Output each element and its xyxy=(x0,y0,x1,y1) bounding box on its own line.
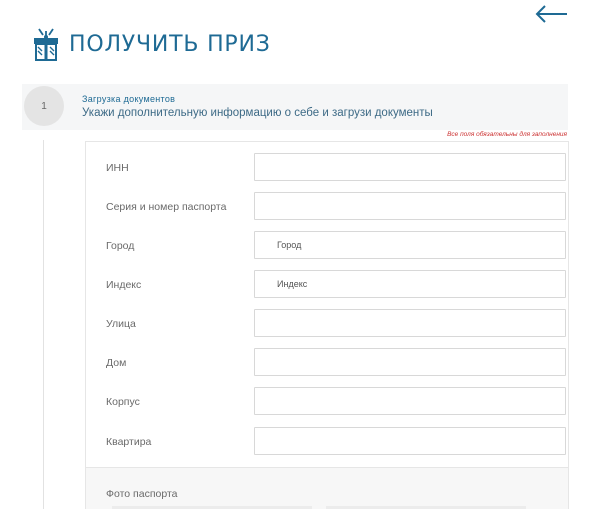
inn-field[interactable] xyxy=(254,153,566,181)
building-label: Корпус xyxy=(106,396,140,408)
house-field[interactable] xyxy=(254,348,566,376)
documents-form: ИНН Серия и номер паспорта Город Индекс … xyxy=(85,141,569,468)
page-header: ПОЛУЧИТЬ ПРИЗ xyxy=(32,24,271,64)
street-field[interactable] xyxy=(254,309,566,337)
city-label: Город xyxy=(106,240,135,252)
house-label: Дом xyxy=(106,357,127,369)
form-row-passport: Серия и номер паспорта xyxy=(86,192,568,222)
form-row-apartment: Квартира xyxy=(86,427,568,457)
apartment-field[interactable] xyxy=(254,427,566,455)
form-row-building: Корпус xyxy=(86,387,568,417)
passport-photo-label: Фото паспорта xyxy=(106,488,178,500)
gift-icon xyxy=(34,28,58,61)
form-row-house: Дом xyxy=(86,348,568,378)
form-row-street: Улица xyxy=(86,309,568,339)
street-label: Улица xyxy=(106,318,136,330)
apartment-label: Квартира xyxy=(106,436,152,448)
building-field[interactable] xyxy=(254,387,566,415)
arrow-left-icon[interactable] xyxy=(535,4,569,24)
passport-label: Серия и номер паспорта xyxy=(106,201,227,213)
inn-label: ИНН xyxy=(106,162,129,174)
form-row-index: Индекс xyxy=(86,270,568,300)
passport-photo-section: Фото паспорта xyxy=(85,468,569,509)
step-header: 1 Загрузка документов Укажи дополнительн… xyxy=(22,84,568,130)
step-title: Загрузка документов xyxy=(82,94,176,104)
step-number-badge: 1 xyxy=(24,86,64,126)
city-field[interactable] xyxy=(254,231,566,259)
required-fields-note: Все поля обязательны для заполнения xyxy=(447,131,567,138)
form-row-city: Город xyxy=(86,231,568,261)
passport-field[interactable] xyxy=(254,192,566,220)
page-title: ПОЛУЧИТЬ ПРИЗ xyxy=(69,31,271,57)
form-row-inn: ИНН xyxy=(86,153,568,183)
step-description: Укажи дополнительную информацию о себе и… xyxy=(82,107,433,119)
index-label: Индекс xyxy=(106,279,142,291)
index-field[interactable] xyxy=(254,270,566,298)
timeline-line xyxy=(43,140,44,509)
